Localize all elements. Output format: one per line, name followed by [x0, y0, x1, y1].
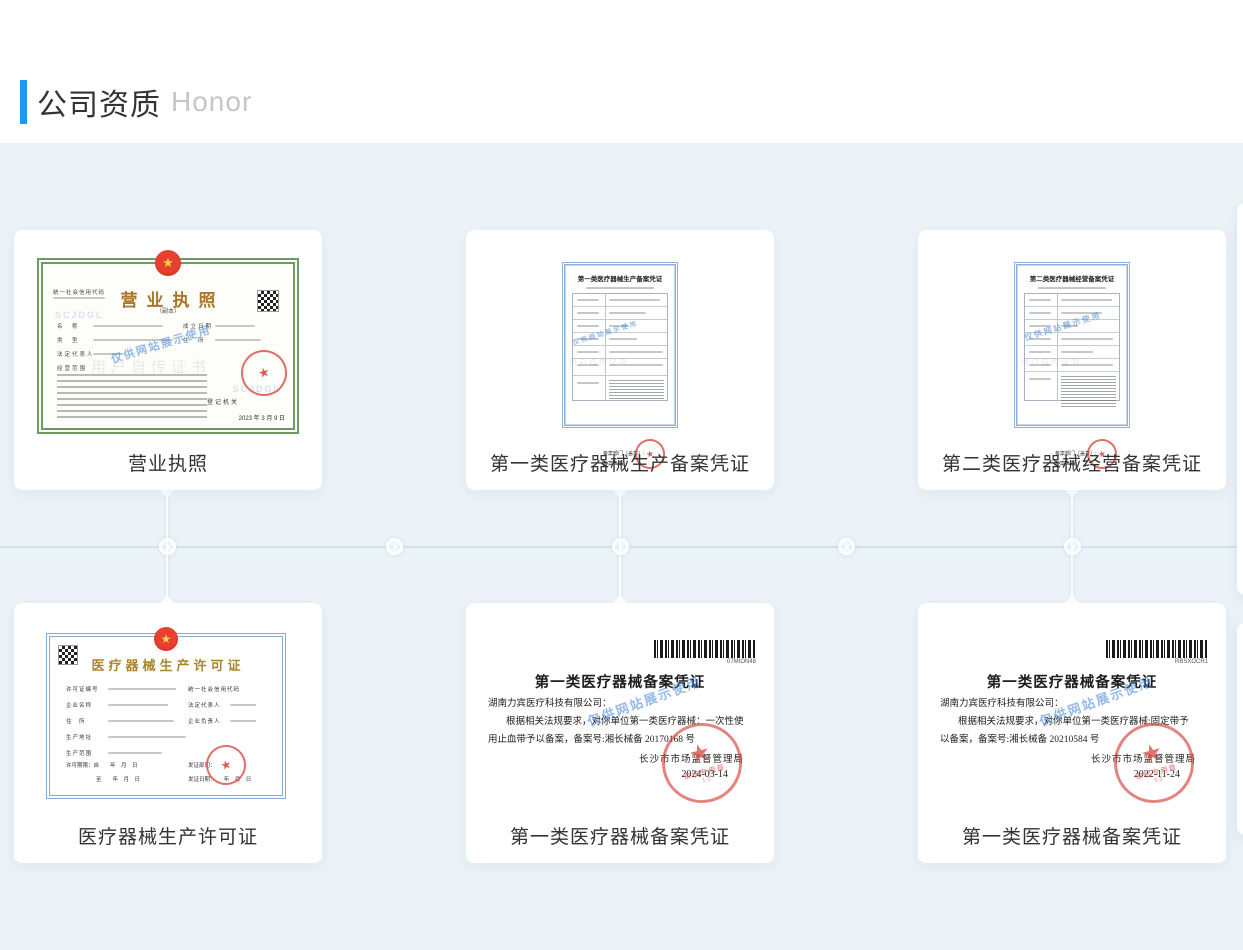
- card-caption: 第二类医疗器械经营备案凭证: [918, 449, 1226, 476]
- cert-table: [1024, 293, 1120, 401]
- accent-bar: [20, 80, 27, 124]
- field-label: 企业名称: [66, 701, 92, 709]
- field-label: 住 所: [66, 717, 86, 725]
- barcode-icon: [654, 640, 756, 658]
- field-label: 类 型: [57, 336, 80, 344]
- field-value: [215, 339, 261, 341]
- card-caption: 医疗器械生产许可证: [14, 822, 322, 849]
- section-title: 公司资质: [37, 80, 161, 124]
- connector-arrow-up: [160, 595, 174, 603]
- field-label: 名 称: [57, 322, 80, 330]
- card-caption: 第一类医疗器械生产备案凭证: [466, 449, 774, 476]
- field-label: 法定代表人: [188, 701, 221, 709]
- registrar-label: 登记机关: [207, 397, 239, 406]
- company-honor-page: 公司资质 Honor ★ 营业执照 （副本） 统一社会信用代码: [0, 0, 1243, 950]
- field-label: 许可证编号: [66, 685, 99, 693]
- field-label: 生产地址: [66, 733, 92, 741]
- barcode-label: 07MION48: [654, 659, 756, 665]
- certificate-card-class2-operation[interactable]: 第二类医疗器械经营备案凭证 备案部门（盖章）: 备案日期: ★ 仅供网站展示使用…: [918, 230, 1226, 490]
- connector-arrow-up: [613, 595, 627, 603]
- credit-code-label: 统一社会信用代码: [53, 288, 105, 296]
- honor-band: ★ 营业执照 （副本） 统一社会信用代码 名 称 类 型 法定代表人 成立日期 …: [0, 143, 1243, 950]
- field-label: 经营范围: [57, 364, 87, 372]
- timeline-dot: [838, 538, 855, 555]
- upload-watermark: 用户自传证书: [506, 715, 614, 734]
- field-value: [230, 720, 256, 722]
- red-seal-stamp: ★ 审核专用章 1-3: [1106, 715, 1203, 812]
- connector-arrow-up: [1065, 595, 1079, 603]
- certificate-card-class1-record-2[interactable]: RBSXOCR1 第一类医疗器械备案凭证 湖南力宾医疗科技有限公司： 根据相关法…: [918, 603, 1226, 863]
- national-emblem-icon: ★: [154, 627, 178, 651]
- field-label: 企业负责人: [188, 717, 221, 725]
- production-license-image: ★ 医疗器械生产许可证 许可证编号 企业名称 住 所 生产地址 生产范围 统一社…: [46, 633, 286, 799]
- doc-line: 湖南力宾医疗科技有限公司：: [940, 695, 1064, 709]
- business-license-image: ★ 营业执照 （副本） 统一社会信用代码 名 称 类 型 法定代表人 成立日期 …: [37, 258, 299, 434]
- credit-code-value: [53, 297, 105, 299]
- record-certificate-image: 第二类医疗器械经营备案凭证 备案部门（盖章）: 备案日期: ★ 仅供网站展示使用…: [1014, 262, 1130, 428]
- upload-watermark: 用户自传证书: [958, 715, 1066, 734]
- issue-date: 2023 年 3 月 9 日: [239, 413, 285, 422]
- field-label: 法定代表人: [57, 350, 95, 358]
- doc-title: 第一类医疗器械备案凭证: [466, 671, 774, 692]
- term-label-2: 至 年 月 日: [96, 775, 140, 783]
- term-label: 许可期限：自 年 月 日: [66, 761, 138, 769]
- field-value: [108, 688, 176, 690]
- stamp-star-icon: ★: [687, 741, 713, 768]
- national-emblem-icon: ★: [155, 250, 181, 276]
- upload-watermark: 用户自传证书: [1021, 357, 1081, 368]
- watermark-code: SCJDGL: [232, 384, 281, 394]
- qr-code-icon: [257, 290, 279, 312]
- certificate-card-class1-production[interactable]: 第一类医疗器械生产备案凭证 备案部门（盖章）: 备案日期: ★ 仅供网站展示使用…: [466, 230, 774, 490]
- barcode-label: RBSXOCR1: [1106, 659, 1208, 665]
- watermark-code: SCJDGL: [55, 310, 104, 320]
- field-label: 生产范围: [66, 749, 92, 757]
- doc-title: 第一类医疗器械备案凭证: [918, 671, 1226, 692]
- timeline-dot: [159, 538, 176, 555]
- cert-table: [572, 293, 668, 401]
- field-value: [215, 325, 255, 327]
- field-value: [108, 704, 168, 706]
- record-certificate-image: 第一类医疗器械生产备案凭证 备案部门（盖章）: 备案日期: ★ 仅供网站展示使用…: [562, 262, 678, 428]
- stamp-star-icon: ★: [219, 757, 233, 773]
- stamp-sub-text: 1-3: [1154, 776, 1163, 784]
- timeline-dot: [1064, 538, 1081, 555]
- field-value: [93, 325, 163, 327]
- upload-watermark: 用户自传证书: [569, 357, 629, 368]
- field-value: [108, 720, 174, 722]
- card-caption: 第一类医疗器械备案凭证: [918, 822, 1226, 849]
- next-card-peek[interactable]: [1237, 623, 1243, 835]
- timeline-dot: [386, 538, 403, 555]
- scope-paragraph: [57, 374, 207, 418]
- card-caption: 第一类医疗器械备案凭证: [466, 822, 774, 849]
- upload-watermark: 用户自传证书: [91, 356, 211, 377]
- cert-title: 第二类医疗器械经营备案凭证: [1024, 273, 1120, 283]
- cert-title: 第一类医疗器械生产备案凭证: [572, 273, 668, 283]
- section-header: 公司资质 Honor: [20, 78, 252, 126]
- stamp-star-icon: ★: [256, 364, 271, 382]
- stamp-sub-text: 1-3: [702, 776, 711, 784]
- record-number: [586, 287, 653, 289]
- certificate-card-class1-record-1[interactable]: 07MION48 第一类医疗器械备案凭证 湖南力宾医疗科技有限公司： 根据相关法…: [466, 603, 774, 863]
- cert-title: 医疗器械生产许可证: [50, 655, 282, 674]
- field-value: [108, 752, 162, 754]
- field-value: [108, 736, 186, 738]
- certificate-card-business-license[interactable]: ★ 营业执照 （副本） 统一社会信用代码 名 称 类 型 法定代表人 成立日期 …: [14, 230, 322, 490]
- field-value: [230, 704, 256, 706]
- stamp-star-icon: ★: [1139, 741, 1165, 768]
- doc-line: 湖南力宾医疗科技有限公司：: [488, 695, 612, 709]
- timeline-dot: [612, 538, 629, 555]
- barcode-icon: [1106, 640, 1208, 658]
- certificate-card-production-license[interactable]: ★ 医疗器械生产许可证 许可证编号 企业名称 住 所 生产地址 生产范围 统一社…: [14, 603, 322, 863]
- next-card-peek[interactable]: [1237, 203, 1243, 595]
- record-number: [1038, 287, 1105, 289]
- field-label: 统一社会信用代码: [188, 685, 240, 693]
- section-subtitle: Honor: [171, 86, 252, 118]
- red-seal-stamp: ★ 审核专用章 1-3: [654, 715, 751, 812]
- card-caption: 营业执照: [14, 449, 322, 476]
